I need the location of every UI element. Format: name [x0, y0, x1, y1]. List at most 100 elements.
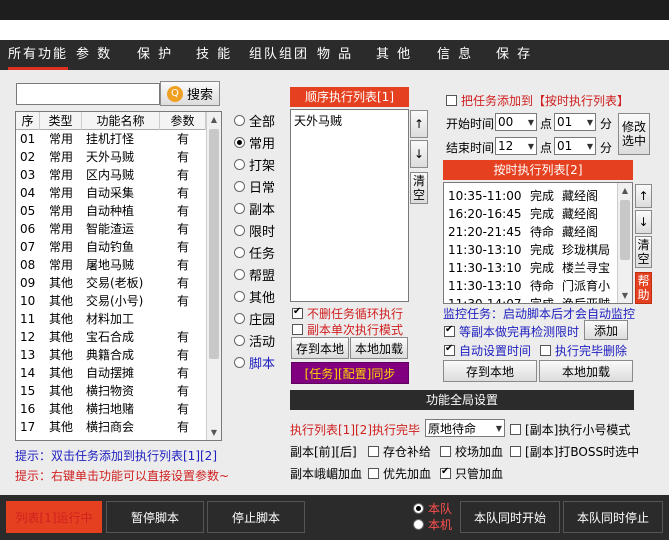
table-row[interactable]: 12 其他 宝石合成 有	[16, 328, 221, 346]
table-row[interactable]: 02 常用 天外马贼 有	[16, 148, 221, 166]
list-item[interactable]: 天外马贼	[294, 112, 405, 129]
priority-heal-checkbox[interactable]: 优先加血	[368, 465, 431, 482]
end-hour-select[interactable]: 12 ▼	[495, 137, 537, 155]
filter-radio[interactable]: 任务	[234, 241, 289, 263]
table-row[interactable]: 04 常用 自动采集 有	[16, 184, 221, 202]
table-row[interactable]: 15 其他 横扫物资 有	[16, 382, 221, 400]
seq-save-button[interactable]: 存到本地	[291, 337, 349, 359]
filter-radio[interactable]: 打架	[234, 153, 289, 175]
filter-radio[interactable]: 副本	[234, 197, 289, 219]
list-item[interactable]: 21:20-21:45 待命 藏经阁	[448, 223, 628, 241]
tab-other[interactable]: 其 他	[376, 40, 412, 70]
scroll-up-icon[interactable]: ▲	[207, 112, 221, 127]
timed-list[interactable]: 10:35-11:00 完成 藏经阁 16:20-16:45 完成 藏经阁 21:20-21…	[443, 182, 633, 304]
tab-info[interactable]: 信 息	[437, 40, 473, 70]
timed-down-button[interactable]: ↓	[635, 210, 652, 234]
search-button[interactable]: Q 搜索	[160, 81, 220, 106]
tab-skills[interactable]: 技 能	[196, 40, 232, 70]
tab-all-functions[interactable]: 所有功能	[8, 40, 69, 70]
seq-up-button[interactable]: ↑	[410, 110, 428, 138]
add-button[interactable]: 添加	[584, 320, 628, 340]
timed-up-button[interactable]: ↑	[635, 184, 652, 208]
list-item[interactable]: 16:20-16:45 完成 藏经阁	[448, 205, 628, 223]
timed-clear-button[interactable]: 清空	[635, 236, 652, 268]
boss-select-checkbox[interactable]: [副本]打BOSS时选中	[510, 443, 639, 460]
pause-button[interactable]: 暂停脚本	[106, 501, 204, 533]
table-scrollbar[interactable]: ▲ ▼	[206, 112, 221, 440]
filter-radio[interactable]: 帮盟	[234, 263, 289, 285]
modify-selected-button[interactable]: 修改 选中	[618, 113, 650, 155]
no-delete-loop-checkbox[interactable]: 不删任务循环执行	[292, 305, 403, 322]
only-heal-checkbox[interactable]: 只管加血	[440, 465, 503, 482]
seq-clear-button[interactable]: 清空	[410, 172, 428, 204]
run-status-button[interactable]: 列表[1]运行中	[6, 501, 102, 533]
table-row[interactable]: 01 常用 挂机打怪 有	[16, 130, 221, 148]
search-icon: Q	[166, 85, 183, 102]
table-row[interactable]: 05 常用 自动种植 有	[16, 202, 221, 220]
list-item[interactable]: 10:35-11:00 完成 藏经阁	[448, 187, 628, 205]
start-hour-select[interactable]: 00 ▼	[495, 113, 537, 131]
function-table[interactable]: 序 类型 功能名称 参数 01 常用 挂机打怪有 02 常用 天外马贼有 03 常用 区内马贼有…	[15, 111, 222, 441]
radio-team[interactable]: 本队	[413, 500, 452, 517]
filter-radio[interactable]: 日常	[234, 175, 289, 197]
search-input[interactable]	[16, 83, 160, 105]
tab-team[interactable]: 组队组团	[249, 40, 309, 70]
table-row[interactable]: 08 常用 屠地马贼 有	[16, 256, 221, 274]
scroll-down-icon[interactable]: ▼	[207, 425, 221, 440]
table-row[interactable]: 07 常用 自动钓鱼 有	[16, 238, 221, 256]
end-minute-select[interactable]: 01 ▼	[554, 137, 596, 155]
start-minute-select[interactable]: 01 ▼	[554, 113, 596, 131]
scroll-up-icon[interactable]: ▲	[618, 183, 632, 198]
list-item[interactable]: 11:30-13:10 完成 楼兰寻宝	[448, 259, 628, 277]
small-mode-checkbox[interactable]: [副本]执行小号模式	[510, 421, 630, 438]
scroll-down-icon[interactable]: ▼	[618, 288, 632, 303]
filter-radio[interactable]: 活动	[234, 329, 289, 351]
table-row[interactable]: 06 常用 智能渣运 有	[16, 220, 221, 238]
team-start-button[interactable]: 本队同时开始	[460, 501, 560, 533]
help-button[interactable]: 帮助	[635, 272, 652, 304]
filter-radio[interactable]: 全部	[234, 109, 289, 131]
wait-dungeon-checkbox[interactable]: 等副本做完再检测限时	[444, 323, 579, 340]
seq-load-button[interactable]: 本地加载	[350, 337, 408, 359]
school-heal-checkbox[interactable]: 校场加血	[440, 443, 503, 460]
timed-load-button[interactable]: 本地加载	[539, 360, 633, 382]
filter-radio[interactable]: 庄园	[234, 307, 289, 329]
scroll-thumb[interactable]	[209, 129, 219, 359]
list-item[interactable]: 11:30-13:10 完成 珍珑棋局	[448, 241, 628, 259]
team-stop-button[interactable]: 本队同时停止	[563, 501, 663, 533]
scroll-thumb[interactable]	[620, 200, 630, 260]
sync-button[interactable]: [任务][配置]同步	[291, 362, 409, 384]
table-cell: 交易(小号)	[86, 294, 144, 308]
timed-save-button[interactable]: 存到本地	[443, 360, 537, 382]
timed-scrollbar[interactable]: ▲ ▼	[617, 183, 632, 303]
list-item[interactable]: 11:30-13:10 待命 门派育小	[448, 277, 628, 295]
delete-after-checkbox[interactable]: 执行完毕删除	[540, 342, 627, 359]
filter-radio[interactable]: 限时	[234, 219, 289, 241]
storage-checkbox[interactable]: 存仓补给	[368, 443, 431, 460]
table-row[interactable]: 11 其他 材料加工	[16, 310, 221, 328]
auto-time-checkbox[interactable]: 自动设置时间	[444, 342, 531, 359]
radio-local[interactable]: 本机	[413, 516, 452, 533]
table-row[interactable]: 13 其他 典籍合成 有	[16, 346, 221, 364]
tab-items[interactable]: 物 品	[317, 40, 353, 70]
stop-button[interactable]: 停止脚本	[207, 501, 305, 533]
filter-radio[interactable]: 其他	[234, 285, 289, 307]
tab-params[interactable]: 参 数	[76, 40, 112, 70]
seq-list[interactable]: 天外马贼	[290, 109, 409, 302]
done-action-select[interactable]: 原地待命 ▼	[425, 419, 505, 437]
filter-radio[interactable]: 常用	[234, 131, 289, 153]
table-row[interactable]: 09 其他 交易(老板) 有	[16, 274, 221, 292]
seq-down-button[interactable]: ↓	[410, 140, 428, 168]
table-row[interactable]: 03 常用 区内马贼 有	[16, 166, 221, 184]
tab-save[interactable]: 保 存	[496, 40, 532, 70]
table-row[interactable]: 16 其他 横扫地赌 有	[16, 400, 221, 418]
list-item[interactable]: 11:30-14:07 完成 渔后亚贼	[448, 295, 628, 303]
filter-radio[interactable]: 脚本	[234, 351, 289, 373]
table-row[interactable]: 10 其他 交易(小号) 有	[16, 292, 221, 310]
table-row[interactable]: 17 其他 横扫商会 有	[16, 418, 221, 436]
tab-protect[interactable]: 保 护	[137, 40, 173, 70]
table-cell: 智能渣运	[86, 222, 135, 236]
table-row[interactable]: 14 其他 自动摆摊 有	[16, 364, 221, 382]
once-mode-checkbox[interactable]: 副本单次执行模式	[292, 321, 403, 338]
add-to-timed-checkbox[interactable]: 把任务添加到【按时执行列表】	[446, 92, 629, 109]
